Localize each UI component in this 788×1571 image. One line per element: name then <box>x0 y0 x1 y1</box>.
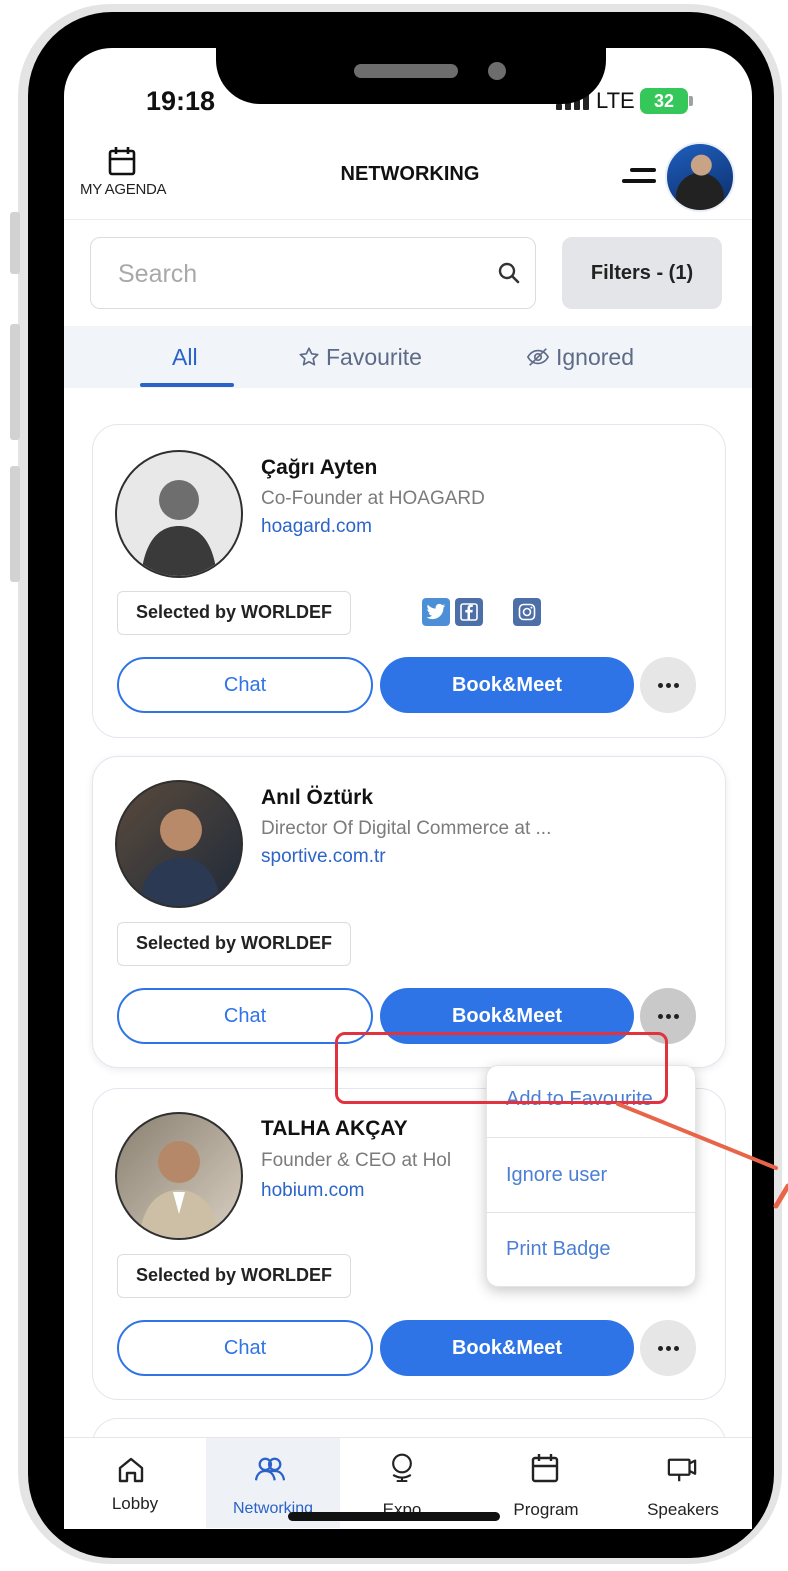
eye-off-icon <box>526 348 550 366</box>
more-dots-icon <box>657 682 679 688</box>
attendee-photo[interactable] <box>115 780 243 908</box>
user-avatar[interactable] <box>665 142 735 212</box>
attendee-name[interactable]: Çağrı Ayten <box>261 456 377 480</box>
more-options-button[interactable] <box>640 1320 696 1376</box>
tab-ignored[interactable]: Ignored <box>526 344 634 371</box>
tab-favourite-label: Favourite <box>326 344 422 370</box>
volume-down-button <box>10 466 20 582</box>
header-divider <box>64 219 752 220</box>
hamburger-menu-icon[interactable] <box>622 168 656 186</box>
nav-lobby[interactable]: Lobby <box>70 1494 200 1514</box>
filters-button[interactable]: Filters - (1) <box>562 237 722 309</box>
star-outline-icon <box>299 347 319 366</box>
nav-program[interactable]: Program <box>481 1500 611 1520</box>
home-indicator <box>288 1512 500 1521</box>
selected-badge: Selected by WORLDEF <box>117 922 352 966</box>
attendee-photo[interactable] <box>115 1112 243 1240</box>
more-options-button[interactable] <box>640 657 696 713</box>
attendee-photo[interactable] <box>115 450 243 578</box>
search-icon[interactable] <box>498 262 520 284</box>
chat-button[interactable]: Chat <box>117 988 373 1044</box>
tab-all[interactable]: All <box>172 344 198 371</box>
volume-up-button <box>10 324 20 440</box>
battery-icon: 32 <box>640 88 688 114</box>
battery-level: 32 <box>653 91 675 111</box>
book-meet-button[interactable]: Book&Meet <box>380 657 634 713</box>
chat-button[interactable]: Chat <box>117 657 373 713</box>
more-dots-icon <box>657 1345 679 1351</box>
attendee-role: Founder & CEO at Hol <box>261 1150 452 1171</box>
active-tab-indicator <box>140 383 234 387</box>
network-type: LTE <box>596 88 635 113</box>
twitter-icon[interactable] <box>422 598 450 626</box>
calendar-icon[interactable] <box>530 1453 560 1483</box>
book-meet-button[interactable]: Book&Meet <box>380 1320 634 1376</box>
instagram-icon[interactable] <box>513 598 541 626</box>
home-icon[interactable] <box>116 1455 146 1485</box>
more-dots-icon <box>657 1013 679 1019</box>
attendee-website[interactable]: hoagard.com <box>261 516 372 538</box>
presentation-icon[interactable] <box>667 1455 697 1485</box>
attendee-name[interactable]: Anıl Öztürk <box>261 786 373 810</box>
tab-ignored-label: Ignored <box>556 344 635 370</box>
annotation-arrow-icon <box>616 1102 788 1209</box>
attendee-website[interactable]: sportive.com.tr <box>261 846 386 868</box>
attendee-website[interactable]: hobium.com <box>261 1180 365 1202</box>
status-time: 19:18 <box>146 86 216 116</box>
menu-item-print-badge[interactable]: Print Badge <box>506 1238 611 1261</box>
mute-switch <box>10 212 20 274</box>
front-camera <box>488 62 506 80</box>
chat-button[interactable]: Chat <box>117 1320 373 1376</box>
calendar-icon[interactable] <box>108 146 136 176</box>
my-agenda-link[interactable]: MY AGENDA <box>80 181 167 198</box>
battery-cap <box>689 96 693 106</box>
nav-speakers[interactable]: Speakers <box>618 1500 748 1520</box>
tab-favourite[interactable]: Favourite <box>298 344 422 371</box>
facebook-icon[interactable] <box>455 598 483 626</box>
selected-badge: Selected by WORLDEF <box>117 1254 352 1298</box>
page-title: NETWORKING <box>340 163 480 185</box>
menu-item-ignore-user[interactable]: Ignore user <box>506 1164 607 1187</box>
earpiece-speaker <box>354 64 458 78</box>
attendee-role: Director Of Digital Commerce at ... <box>261 818 552 839</box>
attendee-name[interactable]: TALHA AKÇAY <box>261 1117 408 1141</box>
selected-badge: Selected by WORLDEF <box>117 591 352 635</box>
attendee-role: Co-Founder at HOAGARD <box>261 488 485 509</box>
search-placeholder: Search <box>118 260 198 288</box>
people-icon[interactable] <box>255 1455 285 1485</box>
globe-icon[interactable] <box>387 1452 417 1482</box>
